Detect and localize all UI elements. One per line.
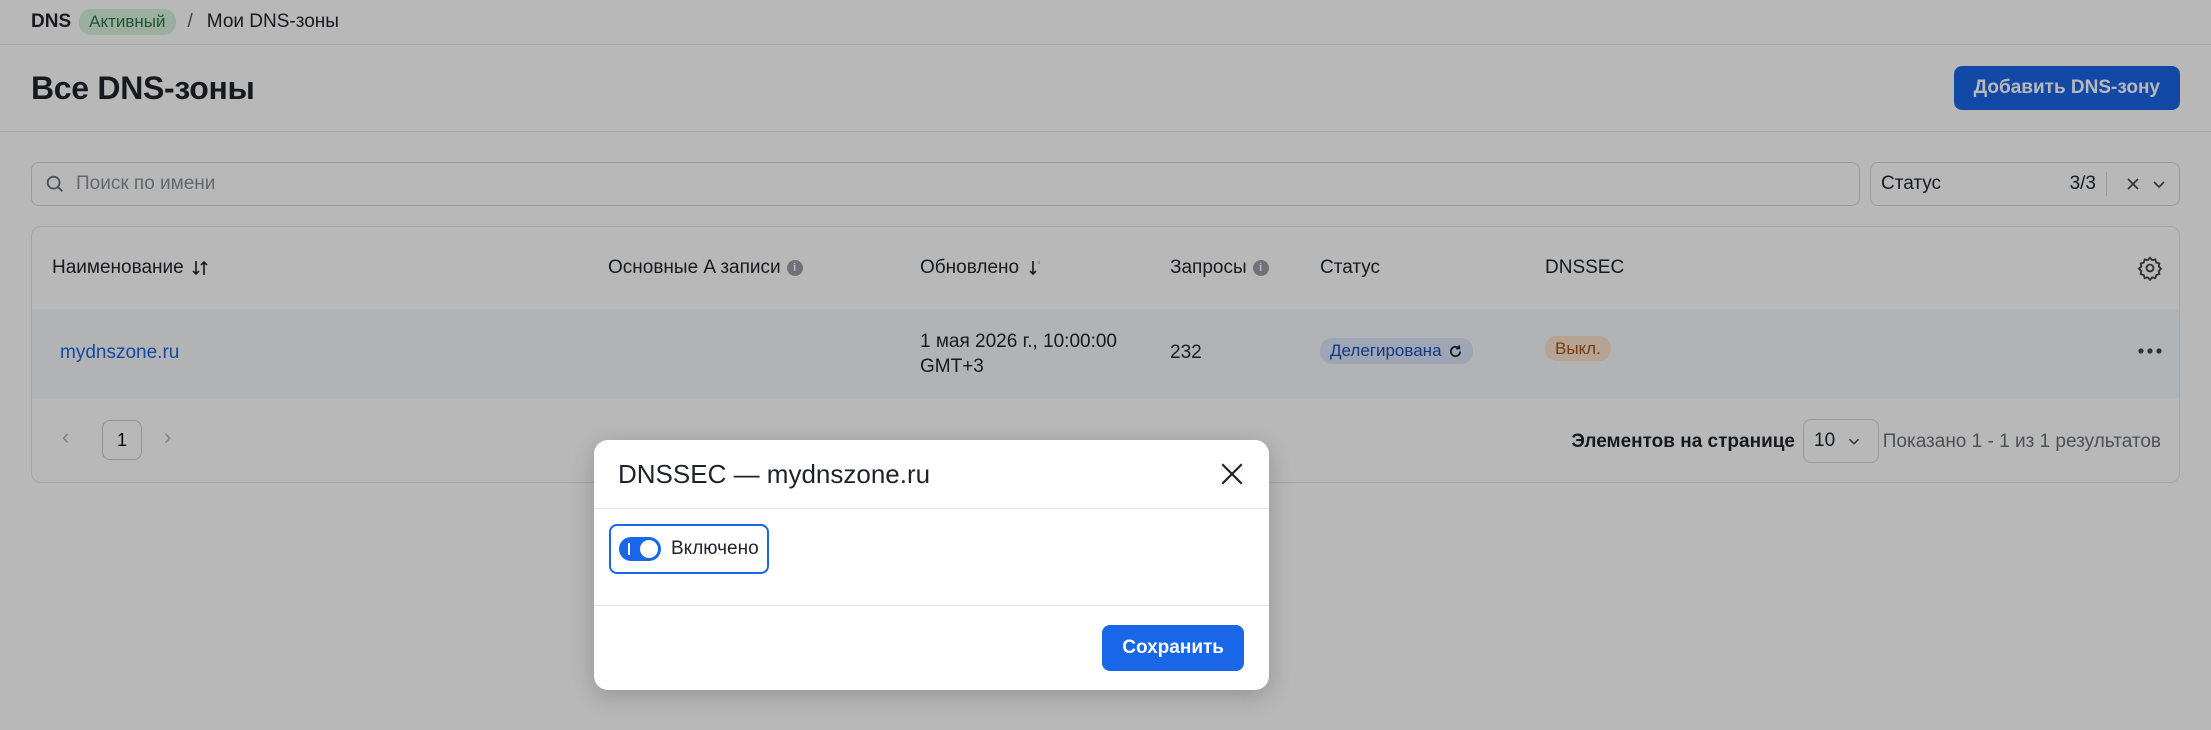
toggle-label: Включено — [671, 538, 759, 559]
close-icon[interactable] — [1219, 461, 1245, 487]
toggle-switch[interactable] — [619, 537, 661, 561]
toggle-on-indicator — [628, 543, 630, 555]
toggle-knob — [640, 540, 658, 558]
dnssec-toggle[interactable]: Включено — [609, 524, 769, 574]
modal-body: Включено — [594, 509, 1269, 606]
dnssec-modal: DNSSEC — mydnszone.ru Включено Сохранить — [594, 440, 1269, 690]
modal-header: DNSSEC — mydnszone.ru — [594, 440, 1269, 509]
close-button[interactable] — [1217, 459, 1247, 489]
save-button[interactable]: Сохранить — [1102, 625, 1244, 671]
modal-footer: Сохранить — [594, 606, 1269, 690]
modal-title: DNSSEC — mydnszone.ru — [618, 458, 931, 489]
